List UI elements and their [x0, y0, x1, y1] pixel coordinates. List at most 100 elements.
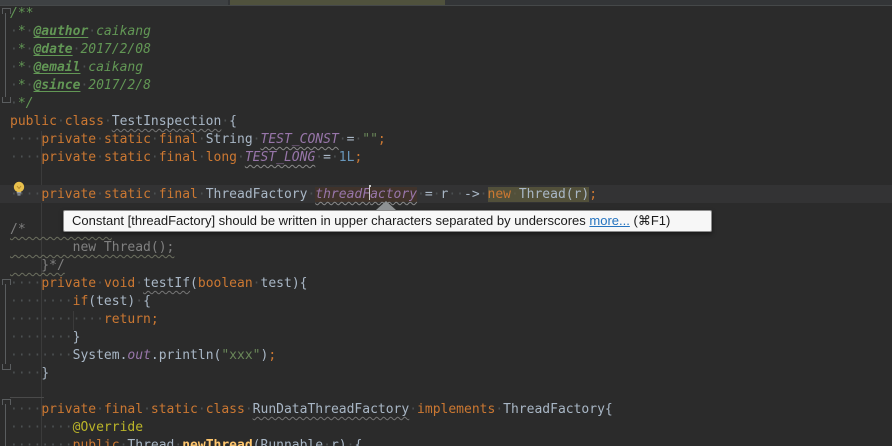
whitespace-dots: · — [253, 276, 261, 291]
code-line[interactable]: ········System.out.println("xxx"); — [0, 347, 892, 365]
whitespace-dots: · — [237, 150, 245, 165]
code-token: ( — [190, 276, 198, 291]
code-token: static — [104, 150, 151, 165]
code-token: final — [159, 150, 198, 165]
code-token: -> — [464, 187, 480, 202]
code-line[interactable]: ········if(test)·{ — [0, 293, 892, 311]
code-token: caikang — [96, 24, 151, 39]
code-line[interactable]: new Thread(); — [0, 239, 892, 257]
code-token: implements — [417, 402, 495, 417]
whitespace-dots: · — [511, 187, 519, 202]
whitespace-dots: · — [96, 150, 104, 165]
code-token: @email — [33, 60, 80, 75]
code-token: ThreadFactory{ — [503, 402, 613, 417]
code-line[interactable]: ·*·@email·caikang — [0, 59, 892, 77]
code-token: test — [261, 276, 292, 291]
code-token: class — [65, 114, 104, 129]
code-token: { — [229, 114, 237, 129]
whitespace-dots: · — [10, 96, 18, 111]
code-token: * — [18, 78, 26, 93]
code-token: (test) — [88, 294, 135, 309]
code-token: 1L — [339, 150, 355, 165]
code-token: }*/ — [10, 258, 65, 273]
whitespace-dots: · — [433, 187, 441, 202]
whitespace-dots: · — [151, 187, 159, 202]
whitespace-dots: · — [480, 187, 488, 202]
code-line[interactable]: ········public·Thread·newThread(Runnable… — [0, 437, 892, 446]
tooltip-more-link[interactable]: more... — [589, 213, 629, 228]
code-token: @Override — [73, 420, 143, 435]
code-token: @since — [33, 78, 80, 93]
tooltip-message: Constant [threadFactory] should be writt… — [72, 213, 589, 228]
code-line[interactable] — [0, 383, 892, 401]
whitespace-dots: · — [331, 150, 339, 165]
whitespace-dots: · — [10, 24, 18, 39]
code-line[interactable]: public·class·TestInspection·{ — [0, 113, 892, 131]
code-line[interactable]: ·*·@author·caikang — [0, 23, 892, 41]
code-token: newThread — [182, 438, 252, 446]
code-token: } — [41, 366, 49, 381]
code-token: ThreadFactory — [206, 187, 308, 202]
code-token: /** — [10, 6, 33, 21]
code-line[interactable]: }*/ — [0, 257, 892, 275]
code-token: ; — [354, 150, 362, 165]
code-line[interactable]: ····private·void·testIf(boolean·test){ — [0, 275, 892, 293]
code-line[interactable]: /** — [0, 5, 892, 23]
code-token: private — [41, 276, 96, 291]
code-line[interactable]: ············return; — [0, 311, 892, 329]
code-token: threadF — [315, 187, 370, 202]
code-line[interactable]: ····private·static·final·ThreadFactory·t… — [0, 185, 892, 203]
code-token: ){ — [292, 276, 308, 291]
whitespace-dots: ·· — [448, 187, 464, 202]
code-token: static — [104, 132, 151, 147]
whitespace-dots: · — [96, 276, 104, 291]
code-line[interactable]: ····private·static·final·long·TEST_LONG·… — [0, 149, 892, 167]
code-line[interactable]: ····} — [0, 365, 892, 383]
code-token: .println( — [151, 348, 221, 363]
code-token: "xxx" — [221, 348, 260, 363]
code-token: TEST_CONST — [261, 132, 339, 147]
whitespace-dots: · — [104, 114, 112, 129]
code-token: { — [354, 438, 362, 446]
code-token: boolean — [198, 276, 253, 291]
code-token: TEST_LONG — [245, 150, 315, 165]
code-token: final — [159, 187, 198, 202]
whitespace-dots: ············ — [10, 312, 104, 327]
code-token: caikang — [88, 60, 143, 75]
code-token: = — [425, 187, 433, 202]
whitespace-dots: · — [10, 42, 18, 57]
code-token: ; — [378, 132, 386, 147]
code-line[interactable]: ·*·@date·2017/2/08 — [0, 41, 892, 59]
code-token: private — [41, 187, 96, 202]
code-line[interactable]: ········@Override — [0, 419, 892, 437]
code-line[interactable]: ·*·@since·2017/2/8 — [0, 77, 892, 95]
code-token: RunDataThreadFactory — [253, 402, 410, 417]
code-token: r) — [331, 438, 347, 446]
whitespace-dots: · — [221, 114, 229, 129]
code-token: private — [41, 132, 96, 147]
whitespace-dots: · — [96, 132, 104, 147]
whitespace-dots: · — [253, 132, 261, 147]
code-token: private — [41, 402, 96, 417]
code-token: actory — [370, 187, 417, 202]
code-token: new — [488, 187, 511, 202]
code-line[interactable] — [0, 167, 892, 185]
whitespace-dots: · — [198, 187, 206, 202]
whitespace-dots: · — [339, 132, 347, 147]
code-token: Thread — [127, 438, 174, 446]
code-token: TestInspection — [112, 114, 222, 129]
code-line[interactable]: ····private·final·static·class·RunDataTh… — [0, 401, 892, 419]
whitespace-dots: · — [495, 402, 503, 417]
whitespace-dots: · — [198, 132, 206, 147]
code-line[interactable]: ········} — [0, 329, 892, 347]
code-line[interactable]: ·*/ — [0, 95, 892, 113]
whitespace-dots: · — [135, 294, 143, 309]
code-token: { — [143, 294, 151, 309]
lightbulb-icon[interactable] — [12, 181, 26, 197]
code-token: if — [73, 294, 89, 309]
whitespace-dots: ···· — [10, 132, 41, 147]
code-token: Thread(r) — [519, 187, 589, 202]
whitespace-dots: · — [135, 276, 143, 291]
code-token: private — [41, 150, 96, 165]
code-line[interactable]: ····private·static·final·String·TEST_CON… — [0, 131, 892, 149]
